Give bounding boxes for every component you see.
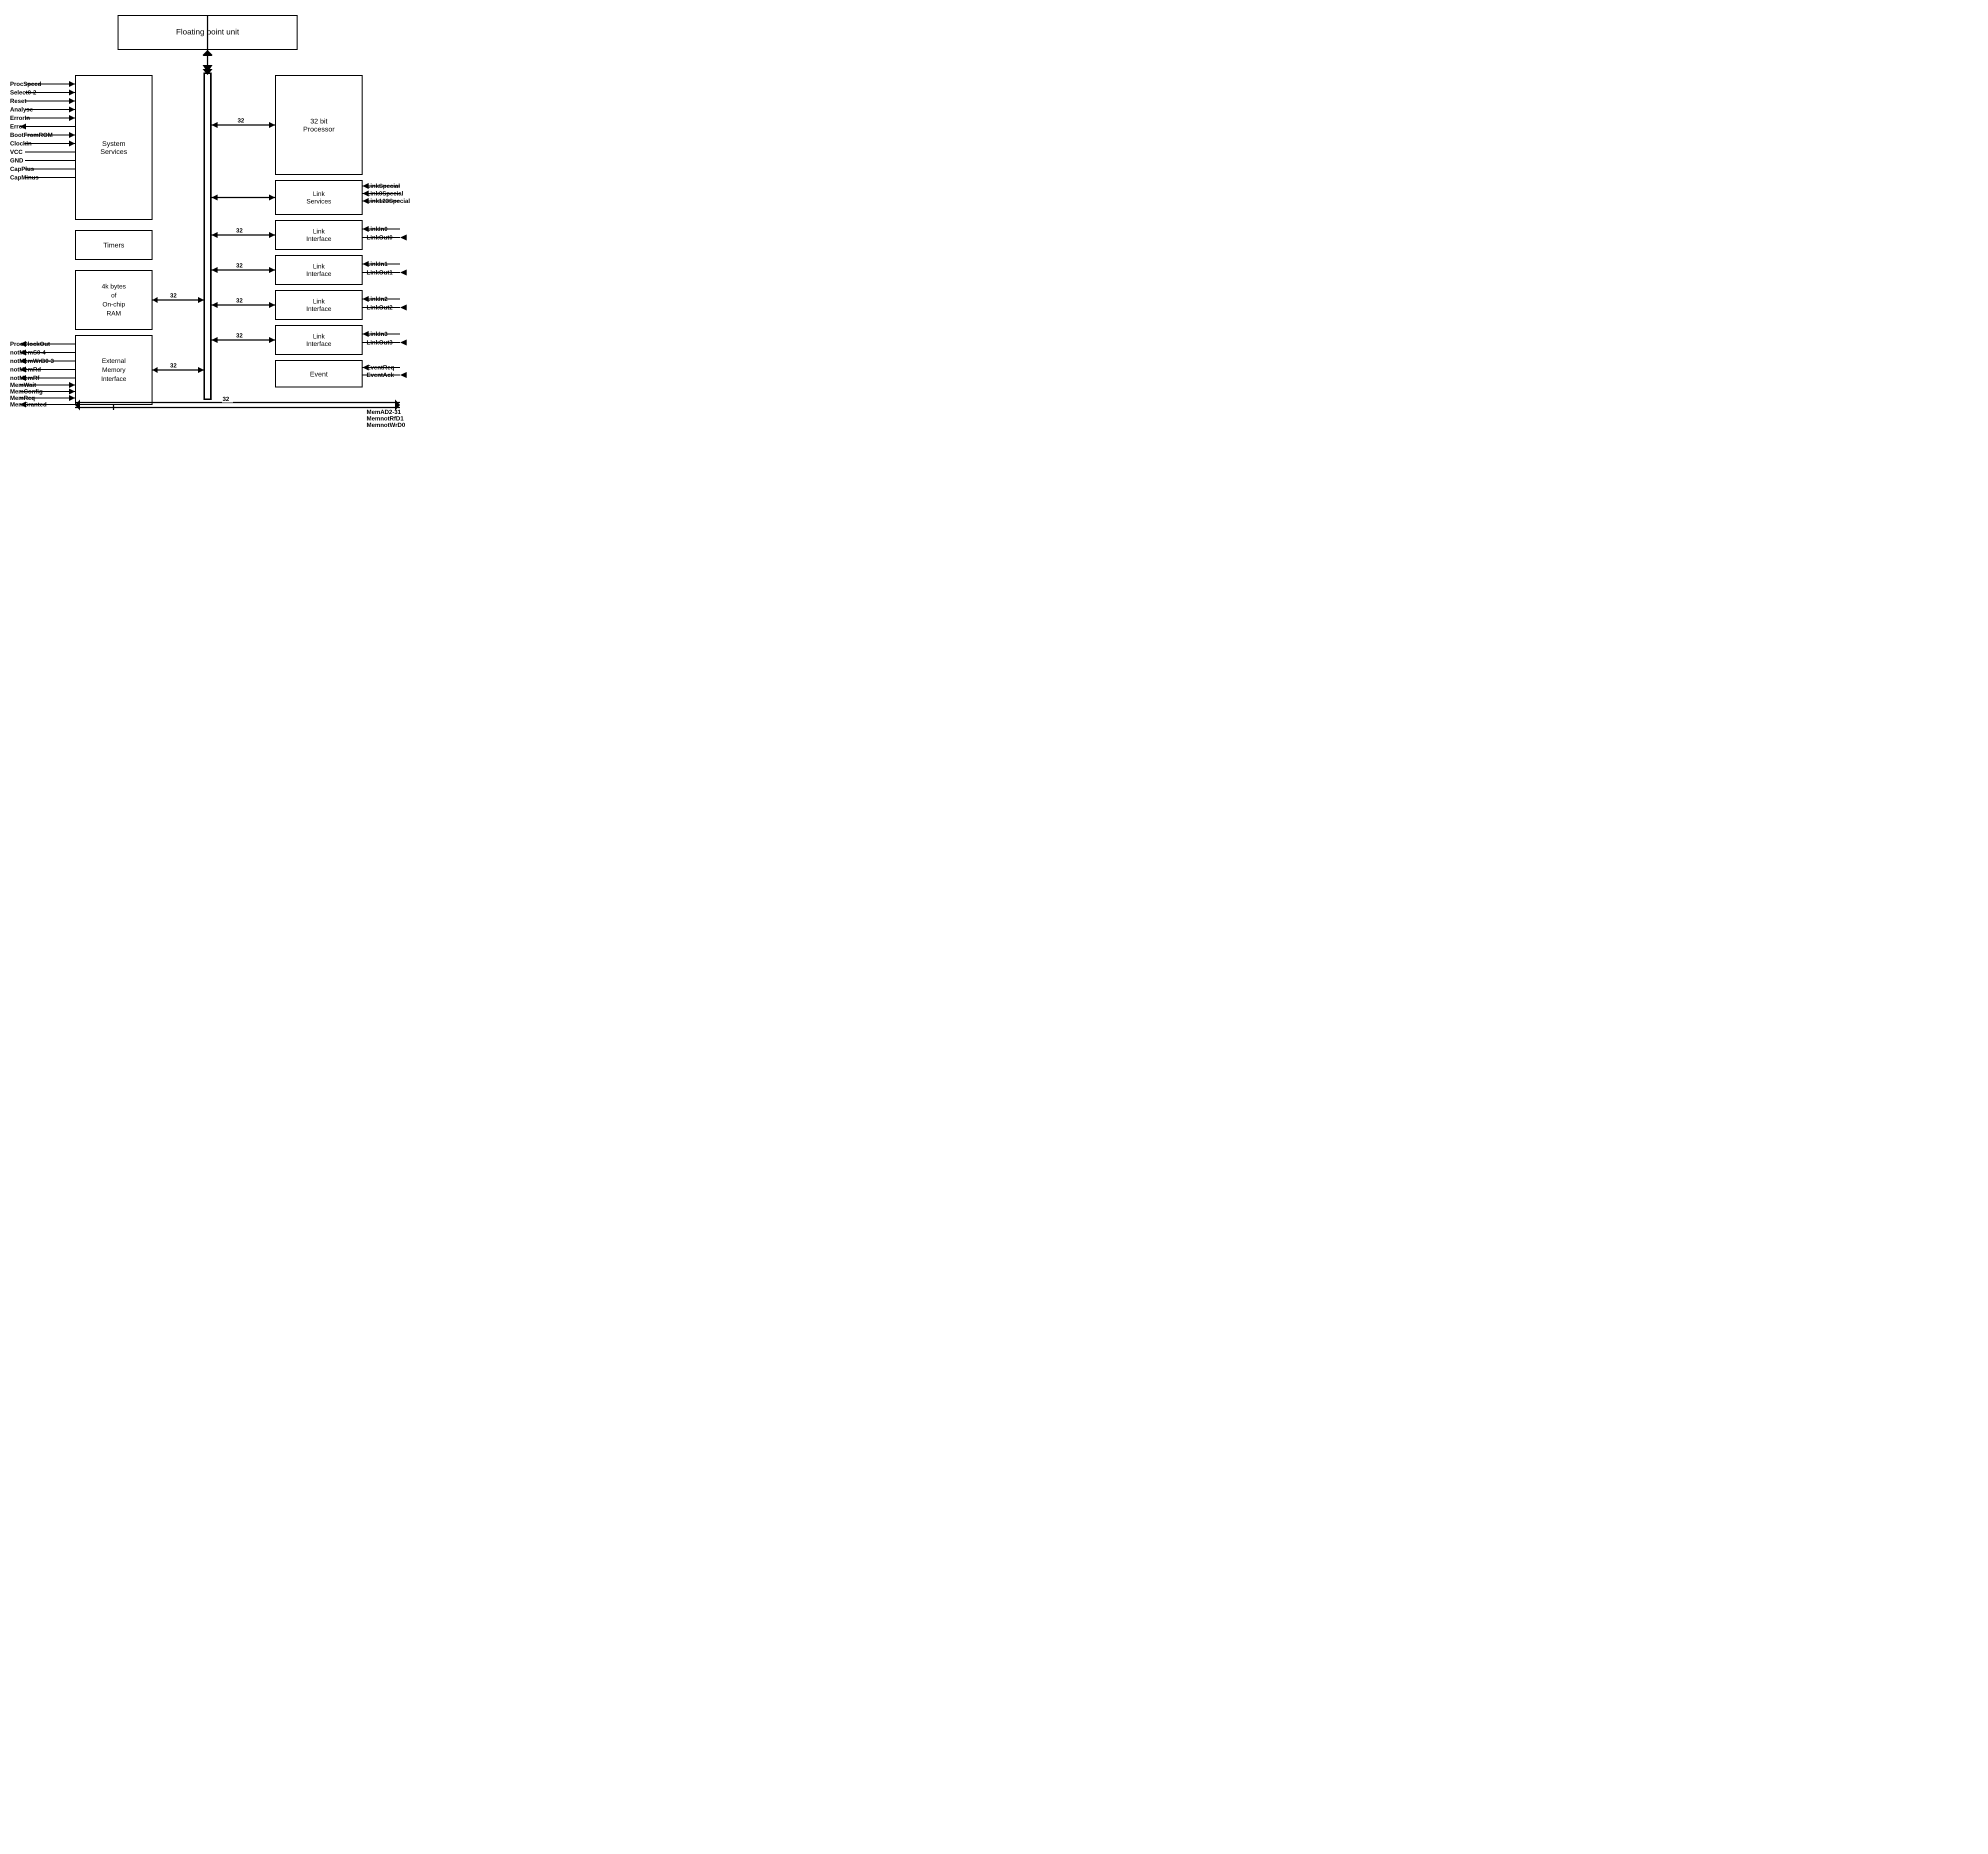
connections-svg: 32 32 32 32 32 32 32	[10, 10, 440, 420]
signal-bootfromrom: BootFromROM	[10, 132, 53, 138]
fpu-box: Floating point unit	[118, 15, 298, 50]
signal-clockin: ClockIn	[10, 140, 32, 147]
signal-memnotrfd1: MemnotRfD1	[367, 415, 404, 422]
svg-text:32: 32	[170, 362, 177, 369]
signal-notmemrf: notMemRf	[10, 374, 40, 382]
signal-linkin2: LinkIn2	[367, 296, 388, 302]
signal-gnd: GND	[10, 157, 24, 164]
svg-text:32: 32	[170, 292, 177, 299]
link-interface-0-label: LinkInterface	[306, 228, 332, 242]
svg-text:32: 32	[236, 262, 243, 269]
link-interface-2-label: LinkInterface	[306, 298, 332, 312]
signal-notmemwrb0-3: notMemWrB0-3	[10, 358, 54, 364]
signal-capplus: CapPlus	[10, 166, 34, 172]
signal-notmemrd: notMemRd	[10, 366, 41, 373]
emi-box: ExternalMemoryInterface	[75, 335, 153, 405]
timers-label: Timers	[103, 241, 124, 249]
svg-text:32: 32	[236, 332, 243, 339]
signal-linkout3: LinkOut3	[367, 339, 393, 346]
signal-linkin1: LinkIn1	[367, 260, 388, 268]
link-services-box: LinkServices	[275, 180, 363, 215]
ram-label: 4k bytesofOn-chipRAM	[102, 282, 126, 318]
signal-memad2-31: MemAD2-31	[367, 408, 401, 416]
signal-select0-2: Select0-2	[10, 89, 37, 96]
signal-link123special: Link123Special	[367, 198, 410, 204]
signal-linkspecial: LinkSpecial	[367, 182, 400, 190]
signal-linkin0: LinkIn0	[367, 226, 388, 232]
signal-error: Error	[10, 123, 25, 130]
signal-memconfig: MemConfig	[10, 388, 43, 395]
system-services-box: SystemServices	[75, 75, 153, 220]
event-label: Event	[310, 370, 328, 378]
signal-analyse: Analyse	[10, 106, 33, 113]
svg-text:32: 32	[223, 396, 230, 402]
link-interface-1-label: LinkInterface	[306, 262, 332, 278]
signal-linkout1: LinkOut1	[367, 269, 393, 276]
link-interface-2-box: LinkInterface	[275, 290, 363, 320]
signal-linkin3: LinkIn3	[367, 330, 388, 338]
signal-procclockout: ProcClockOut	[10, 340, 50, 348]
signal-eventack: EventAck	[367, 372, 394, 378]
signal-linkout2: LinkOut2	[367, 304, 393, 311]
processor-label: 32 bitProcessor	[303, 117, 335, 133]
signal-link0special: Link0Special	[367, 190, 403, 197]
signal-reset: Reset	[10, 98, 27, 104]
diagram-container: Floating point unit SystemServices 32 bi…	[10, 10, 440, 420]
link-services-label: LinkServices	[307, 190, 332, 205]
signal-procspeed: ProcSpeed	[10, 80, 42, 88]
link-interface-3-label: LinkInterface	[306, 332, 332, 348]
svg-text:32: 32	[225, 396, 232, 403]
signal-capminus: CapMinus	[10, 174, 39, 181]
signal-vcc: VCC	[10, 148, 23, 156]
signal-linkout0: LinkOut0	[367, 234, 393, 241]
link-interface-3-box: LinkInterface	[275, 325, 363, 355]
signal-eventreq: EventReq	[367, 364, 394, 371]
signal-errorin: ErrorIn	[10, 114, 30, 122]
system-services-label: SystemServices	[101, 140, 128, 156]
signal-memwait: MemWait	[10, 382, 36, 388]
svg-text:32: 32	[236, 227, 243, 234]
fpu-label: Floating point unit	[176, 28, 239, 37]
svg-text:32: 32	[238, 117, 245, 124]
emi-label: ExternalMemoryInterface	[101, 356, 127, 384]
svg-text:32: 32	[236, 297, 243, 304]
processor-box: 32 bitProcessor	[275, 75, 363, 175]
signal-memnot-wrd0: MemnotWrD0	[367, 422, 405, 428]
timers-box: Timers	[75, 230, 153, 260]
event-box: Event	[275, 360, 363, 388]
signal-memgranted: MemGranted	[10, 401, 47, 408]
link-interface-0-box: LinkInterface	[275, 220, 363, 250]
signal-notmems0-4: notMemS0-4	[10, 349, 46, 356]
link-interface-1-box: LinkInterface	[275, 255, 363, 285]
ram-box: 4k bytesofOn-chipRAM	[75, 270, 153, 330]
signal-memreq: MemReq	[10, 394, 35, 402]
